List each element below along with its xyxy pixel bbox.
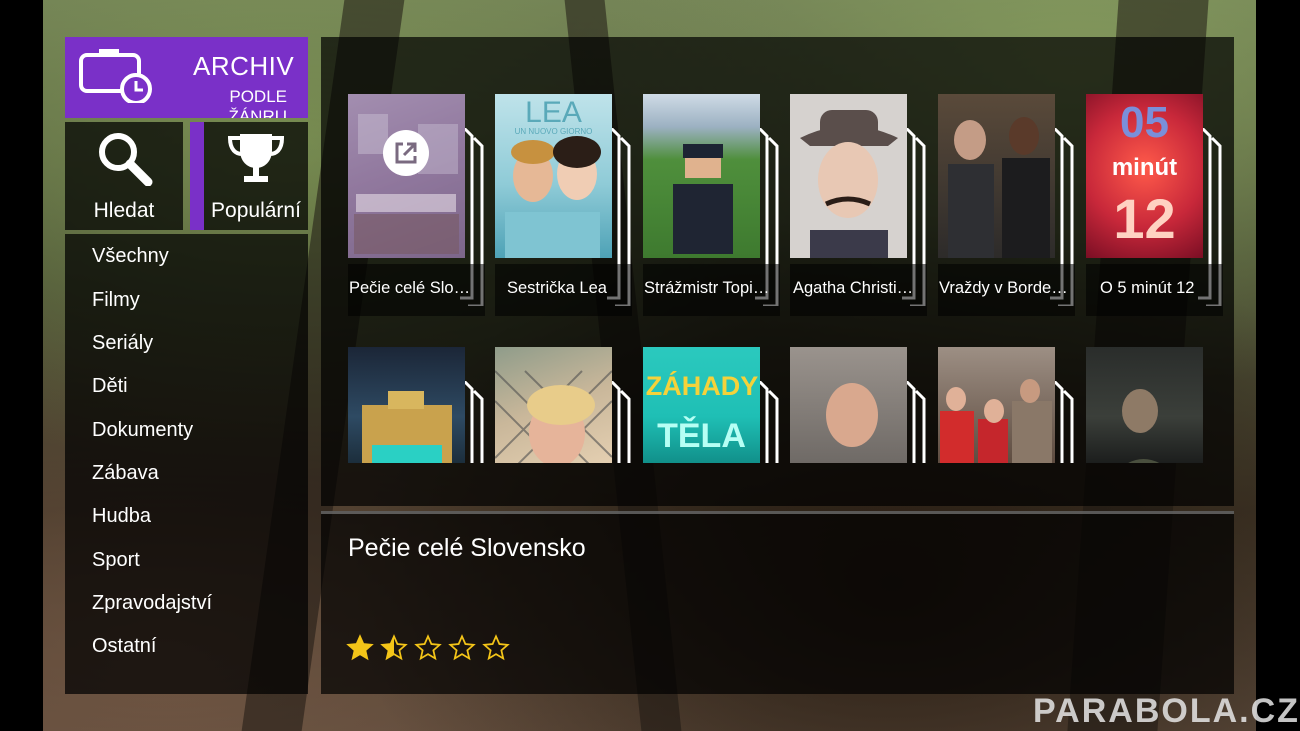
- program-poster: [348, 347, 465, 463]
- bald-man-picture: [826, 383, 878, 447]
- program-title: Strážmistr Topinka: [644, 279, 773, 297]
- calendar-clock-icon: [79, 49, 152, 103]
- open-external-icon: [395, 142, 417, 164]
- program-title: Vraždy v Bordeaux: [939, 279, 1068, 297]
- star-full-icon: [346, 634, 374, 661]
- genre-item-deti[interactable]: Děti: [92, 375, 128, 398]
- poster-title: ZÁHADY: [645, 371, 759, 401]
- program-poster: [938, 347, 1055, 463]
- star-rating: [346, 634, 510, 664]
- program-poster: ZÁHADY TĚLA: [643, 347, 760, 463]
- star-empty-icon: [482, 634, 510, 661]
- program-poster: LEA UN NUOVO GIORNO: [495, 94, 612, 258]
- two-detectives-picture: [948, 117, 1050, 258]
- archive-title: ARCHIV: [193, 51, 295, 81]
- program-title: O 5 minút 12: [1100, 279, 1195, 297]
- program-card[interactable]: Pečie celé Slovensko: [348, 94, 498, 320]
- program-card[interactable]: [1086, 347, 1236, 465]
- poster-subtitle: TĚLA: [657, 417, 746, 455]
- program-poster: [495, 347, 612, 463]
- open-external-button[interactable]: [383, 130, 429, 176]
- star-empty-icon: [448, 634, 476, 661]
- kitchen-studio-picture: [348, 94, 465, 258]
- genre-item-zpravodajstvi[interactable]: Zpravodajství: [92, 592, 212, 615]
- genre-list: Všechny Filmy Seriály Děti Dokumenty Záb…: [65, 234, 308, 694]
- paramedics-picture: [940, 379, 1052, 463]
- trophy-icon: [227, 134, 285, 182]
- detail-title: Pečie celé Slovensko: [348, 534, 586, 562]
- program-poster: [348, 94, 465, 258]
- program-caption: Vraždy v Bordeaux: [938, 264, 1075, 316]
- two-actors-picture: [505, 136, 601, 258]
- genre-item-filmy[interactable]: Filmy: [92, 289, 140, 312]
- program-poster: [643, 94, 760, 258]
- star-half-icon: [380, 634, 408, 661]
- program-card[interactable]: ZÁHADY TĚLA: [643, 347, 793, 465]
- program-caption: Sestrička Lea: [495, 264, 632, 316]
- letterbox-left: [0, 0, 43, 731]
- genre-item-ostatni[interactable]: Ostatní: [92, 635, 156, 658]
- genre-item-dokumenty[interactable]: Dokumenty: [92, 419, 193, 442]
- program-card[interactable]: [938, 347, 1088, 465]
- archive-subtitle: PODLE ŽÁNRU: [228, 87, 287, 118]
- program-poster: [790, 347, 907, 463]
- program-card[interactable]: Agatha Christie: Poirot: [790, 94, 940, 320]
- magnifier-icon: [99, 133, 153, 186]
- soldier-picture: [1122, 389, 1159, 463]
- search-tile[interactable]: Hledat: [65, 122, 183, 230]
- program-poster: [790, 94, 907, 258]
- theatre-building-picture: [362, 391, 452, 463]
- program-title: Pečie celé Slovensko: [349, 279, 478, 297]
- program-caption: Strážmistr Topinka: [643, 264, 780, 316]
- popular-tile-label: Populární: [211, 199, 301, 222]
- program-title: Agatha Christie: Poirot: [793, 279, 920, 297]
- popular-tile[interactable]: Populární: [190, 122, 308, 230]
- policeman-picture: [673, 144, 733, 254]
- program-poster: [938, 94, 1055, 258]
- program-card[interactable]: Strážmistr Topinka: [643, 94, 793, 320]
- search-tile-label: Hledat: [93, 199, 155, 222]
- genre-item-serialy[interactable]: Seriály: [92, 332, 153, 355]
- detective-picture: [800, 110, 898, 258]
- letterbox-right: [1256, 0, 1300, 731]
- program-poster: 05 minút 12: [1086, 94, 1203, 258]
- archive-header[interactable]: ARCHIV PODLE ŽÁNRU: [65, 37, 308, 118]
- poster-text-mid: minút: [1111, 154, 1178, 181]
- program-caption: O 5 minút 12: [1086, 264, 1223, 316]
- genre-item-zabava[interactable]: Zábava: [92, 462, 159, 485]
- woman-fence-picture: [495, 370, 612, 463]
- program-card[interactable]: LEA UN NUOVO GIORNO Sestrička Lea: [495, 94, 645, 320]
- program-poster: [1086, 347, 1203, 463]
- poster-text-top: 05: [1120, 98, 1169, 147]
- program-caption: Pečie celé Slovensko: [348, 264, 485, 316]
- content-grid: Pečie celé Slovensko LEA UN NUOVO GIORNO…: [321, 37, 1234, 506]
- program-card[interactable]: 05 minút 12 O 5 minút 12: [1086, 94, 1236, 320]
- genre-item-hudba[interactable]: Hudba: [92, 505, 151, 528]
- program-title: Sestrička Lea: [507, 279, 607, 297]
- program-card[interactable]: [790, 347, 940, 465]
- genre-item-vsechny[interactable]: Všechny: [92, 245, 169, 268]
- site-watermark: PARABOLA.CZ: [1033, 692, 1300, 730]
- star-empty-icon: [414, 634, 442, 661]
- program-caption: Agatha Christie: Poirot: [790, 264, 927, 316]
- program-card[interactable]: Vraždy v Bordeaux: [938, 94, 1088, 320]
- program-card[interactable]: [495, 347, 645, 465]
- program-card[interactable]: [348, 347, 498, 465]
- detail-panel: Pečie celé Slovensko: [321, 511, 1234, 694]
- genre-item-sport[interactable]: Sport: [92, 549, 140, 572]
- poster-text-bot: 12: [1113, 187, 1176, 250]
